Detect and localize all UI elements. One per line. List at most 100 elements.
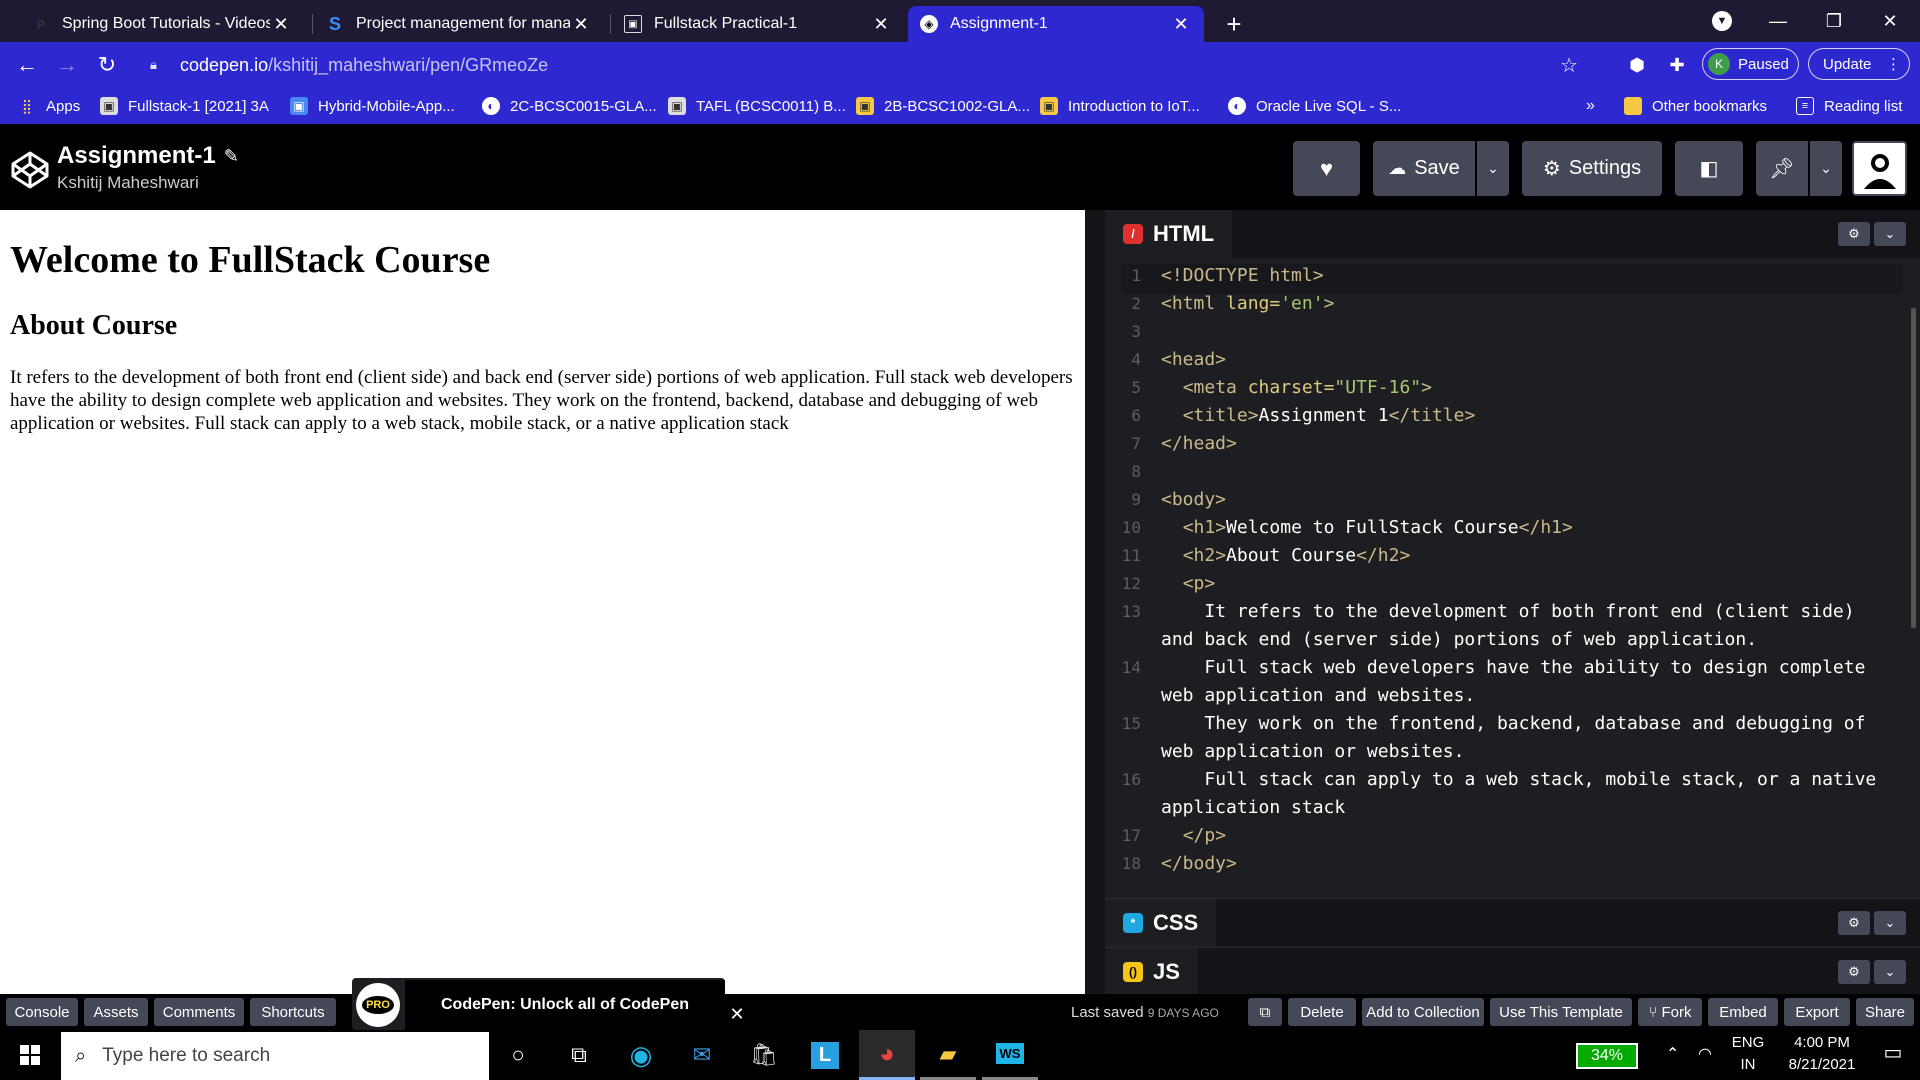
code-line: 18 </body> xyxy=(1105,850,1920,878)
store-icon[interactable]: 🛍︎ xyxy=(736,1030,792,1080)
launcher-l-icon[interactable]: L xyxy=(797,1030,853,1080)
bookmark-item[interactable]: ▣ Fullstack-1 [2021] 3A xyxy=(100,88,269,124)
embed-button[interactable]: Embed xyxy=(1708,998,1778,1026)
bookmark-item[interactable]: ▣ 2B-BCSC1002-GLA... xyxy=(856,88,1030,124)
code-line: 15 They work on the frontend, backend, d… xyxy=(1105,710,1920,766)
js-collapse-button[interactable]: ⌄ xyxy=(1874,960,1906,984)
assets-button[interactable]: Assets xyxy=(84,998,148,1026)
html-collapse-button[interactable]: ⌄ xyxy=(1874,222,1906,246)
css-tab[interactable]: * CSS xyxy=(1105,899,1217,947)
extension-icon[interactable]: ⬢ xyxy=(1622,50,1652,80)
update-button[interactable]: Update ⋮ xyxy=(1808,48,1910,80)
file-explorer-icon[interactable]: ▰ xyxy=(920,1030,976,1080)
chrome-icon[interactable]: ◕ xyxy=(859,1030,915,1080)
close-promo-icon[interactable]: ✕ xyxy=(725,1002,749,1026)
bookmark-item[interactable]: ◐ Oracle Live SQL - S... xyxy=(1228,88,1401,124)
tab-search-icon[interactable]: ▼ xyxy=(1694,0,1750,42)
code-token: <!DOCTYPE html> xyxy=(1161,265,1324,286)
browser-tab[interactable]: P Spring Boot Tutorials - Videos, C ✕ xyxy=(20,6,304,42)
cortana-icon[interactable]: ○ xyxy=(490,1030,546,1080)
fork-button[interactable]: ⑂ Fork xyxy=(1638,998,1702,1026)
comments-button[interactable]: Comments xyxy=(154,998,244,1026)
html-tab[interactable]: / HTML xyxy=(1105,210,1233,258)
save-button[interactable]: ☁ Save xyxy=(1373,141,1475,196)
bookmark-apps[interactable]: ⣿ Apps xyxy=(18,88,80,124)
code-text: <meta charset="UTF-16"> xyxy=(1161,374,1897,402)
settings-button[interactable]: ⚙ Settings xyxy=(1522,141,1662,196)
export-button[interactable]: Export xyxy=(1784,998,1850,1026)
line-number: 15 xyxy=(1121,714,1141,733)
browser-tab-active[interactable]: ◈ Assignment-1 ✕ xyxy=(908,6,1204,42)
pen-author[interactable]: Kshitij Maheshwari xyxy=(57,173,199,193)
line-number: 10 xyxy=(1121,518,1141,537)
browser-tab[interactable]: S Project management for manage ✕ xyxy=(314,6,604,42)
clock[interactable]: 4:00 PM 8/21/2021 xyxy=(1776,1032,1868,1076)
promo-text[interactable]: CodePen: Unlock all of CodePen xyxy=(405,980,725,1030)
bookmark-star-icon[interactable]: ☆ xyxy=(1560,53,1578,78)
editor-scrollbar[interactable] xyxy=(1911,308,1916,628)
chevron-up-icon[interactable]: ⌃ xyxy=(1666,1044,1679,1066)
task-view-icon[interactable]: ⧉ xyxy=(551,1030,607,1080)
taskbar-search[interactable]: ⌕ Type here to search xyxy=(61,1032,489,1080)
code-token: Full stack web developers have the abili… xyxy=(1161,657,1877,706)
address-bar[interactable]: 🔒︎ codepen.io/kshitij_maheshwari/pen/GRm… xyxy=(136,48,1592,82)
close-tab-icon[interactable]: ✕ xyxy=(870,14,892,35)
minimize-icon[interactable]: — xyxy=(1750,0,1806,42)
other-bookmarks[interactable]: ■ Other bookmarks xyxy=(1624,88,1767,124)
html-code-editor[interactable]: 1 <!DOCTYPE html> 2 <html lang='en'> 3 4 <head… xyxy=(1105,258,1920,898)
shortcuts-button[interactable]: Shortcuts xyxy=(250,998,336,1026)
codepen-logo-icon[interactable] xyxy=(10,150,50,190)
close-tab-icon[interactable]: ✕ xyxy=(1170,14,1192,35)
pin-dropdown-button[interactable]: ⌄ xyxy=(1810,141,1842,196)
user-avatar[interactable] xyxy=(1852,141,1907,196)
bookmark-item[interactable]: ▣ Introduction to IoT... xyxy=(1040,88,1200,124)
resize-handle[interactable] xyxy=(1085,210,1105,994)
close-window-icon[interactable]: ✕ xyxy=(1862,0,1918,42)
bookmark-item[interactable]: ◐ 2C-BCSC0015-GLA... xyxy=(482,88,657,124)
use-template-button[interactable]: Use This Template xyxy=(1490,998,1632,1026)
pin-button[interactable]: 📌︎ xyxy=(1756,141,1808,196)
mail-icon[interactable]: ✉ xyxy=(674,1030,730,1080)
share-button[interactable]: Share xyxy=(1856,998,1914,1026)
js-tab[interactable]: () JS xyxy=(1105,948,1198,996)
save-dropdown-button[interactable]: ⌄ xyxy=(1477,141,1509,196)
open-new-window-button[interactable]: ⧉ xyxy=(1248,998,1282,1026)
classroom-icon: ▣ xyxy=(856,97,874,115)
bookmark-item[interactable]: ▣ Hybrid-Mobile-App... xyxy=(290,88,455,124)
forward-arrow-icon[interactable]: → xyxy=(47,47,87,83)
css-settings-button[interactable]: ⚙ xyxy=(1838,911,1870,935)
css-collapse-button[interactable]: ⌄ xyxy=(1874,911,1906,935)
profile-button[interactable]: K Paused xyxy=(1702,48,1799,80)
pen-title[interactable]: Assignment-1 ✎ xyxy=(57,142,239,170)
close-tab-icon[interactable]: ✕ xyxy=(570,14,592,35)
add-to-collection-button[interactable]: Add to Collection xyxy=(1362,998,1484,1026)
reading-list[interactable]: ≡ Reading list xyxy=(1796,88,1902,124)
html-settings-button[interactable]: ⚙ xyxy=(1838,222,1870,246)
new-tab-button[interactable]: + xyxy=(1214,6,1254,42)
heart-button[interactable]: ♥ xyxy=(1293,141,1360,196)
restore-icon[interactable]: ❐ xyxy=(1806,0,1862,42)
line-number: 17 xyxy=(1121,826,1141,845)
console-button[interactable]: Console xyxy=(6,998,78,1026)
webstorm-icon[interactable]: WS xyxy=(982,1030,1038,1080)
browser-tab[interactable]: ▣ Fullstack Practical-1 ✕ xyxy=(612,6,904,42)
bookmark-item[interactable]: ▣ TAFL (BCSC0011) B... xyxy=(668,88,846,124)
back-arrow-icon[interactable]: ← xyxy=(7,47,47,83)
delete-button[interactable]: Delete xyxy=(1288,998,1356,1026)
windows-start-icon[interactable] xyxy=(0,1030,60,1080)
notification-icon[interactable]: ▭ xyxy=(1870,1042,1916,1064)
js-settings-button[interactable]: ⚙ xyxy=(1838,960,1870,984)
extensions-puzzle-icon[interactable]: ✚ xyxy=(1662,50,1692,80)
pencil-icon[interactable]: ✎ xyxy=(224,146,239,167)
language-indicator[interactable]: ENG IN xyxy=(1730,1032,1766,1076)
wifi-icon[interactable]: ◠ xyxy=(1698,1044,1712,1066)
code-text: <html lang='en'> xyxy=(1161,290,1897,318)
clock-time: 4:00 PM xyxy=(1794,1034,1850,1051)
code-token: Assignment 1 xyxy=(1258,405,1389,426)
close-tab-icon[interactable]: ✕ xyxy=(270,14,292,35)
reload-icon[interactable]: ↻ xyxy=(87,47,127,83)
edge-icon[interactable]: ◉ xyxy=(613,1030,669,1080)
more-bookmarks-chevron[interactable]: » xyxy=(1586,88,1595,124)
change-view-button[interactable]: ◧ xyxy=(1675,141,1743,196)
battery-indicator[interactable]: 34% xyxy=(1576,1043,1638,1069)
